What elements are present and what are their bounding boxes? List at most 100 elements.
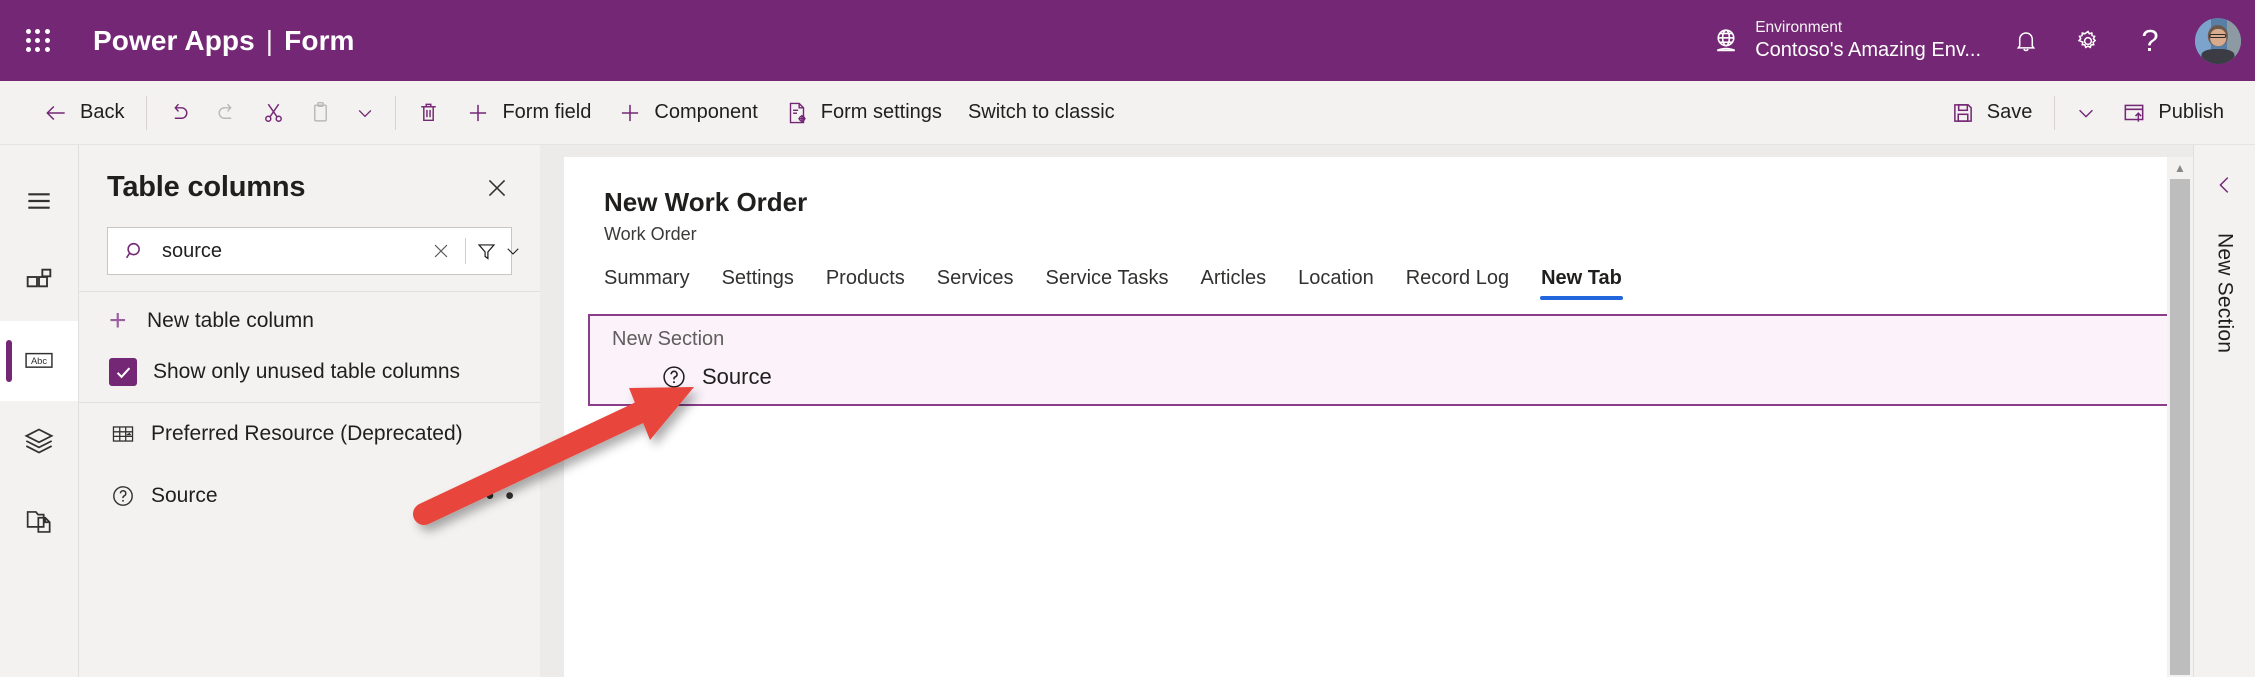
chevron-left-icon	[2218, 177, 2228, 193]
sidebar-item-tree-view[interactable]	[0, 401, 78, 481]
clear-x-icon	[434, 244, 448, 258]
panel-close-button[interactable]	[480, 171, 514, 205]
panel-title: Table columns	[107, 171, 306, 203]
tab-new-tab[interactable]: New Tab	[1525, 267, 1638, 300]
publish-button[interactable]: Publish	[2108, 90, 2237, 136]
search-clear-button[interactable]	[427, 237, 455, 265]
form-subtitle: Work Order	[604, 224, 697, 244]
search-input[interactable]	[162, 239, 427, 263]
list-item-label: Source	[151, 484, 218, 507]
save-button[interactable]: Save	[1937, 90, 2046, 136]
chevron-down-icon	[507, 248, 519, 255]
paste-clipboard-icon	[314, 101, 328, 122]
save-floppy-icon	[1953, 103, 1972, 122]
close-x-icon	[488, 179, 506, 197]
app-launcher-icon[interactable]	[21, 24, 55, 58]
tab-articles[interactable]: Articles	[1185, 267, 1283, 300]
switch-to-classic-button[interactable]: Switch to classic	[955, 90, 1128, 136]
tab-summary[interactable]: Summary	[604, 267, 706, 300]
form-settings-icon	[789, 102, 806, 123]
save-options-button[interactable]	[2064, 90, 2108, 136]
page-title: New Work Order	[604, 187, 808, 217]
section-label: New Section	[612, 328, 725, 350]
undo-button[interactable]	[156, 90, 203, 136]
settings-button[interactable]	[2057, 0, 2119, 81]
show-unused-columns-checkbox[interactable]: Show only unused table columns	[79, 346, 540, 402]
switch-to-classic-label: Switch to classic	[967, 101, 1115, 123]
choice-question-icon	[109, 482, 137, 510]
list-item[interactable]: Preferred Resource (Deprecated)	[79, 403, 540, 465]
sidebar-item-table-columns[interactable]: Abc	[0, 321, 78, 401]
form-settings-label: Form settings	[820, 101, 942, 123]
show-unused-columns-label: Show only unused table columns	[153, 360, 461, 383]
delete-button[interactable]	[405, 90, 452, 136]
form-section[interactable]: New Section Source	[588, 314, 2167, 406]
list-item-label: Preferred Resource (Deprecated)	[151, 422, 463, 445]
scroll-up-arrow-icon[interactable]: ▲	[2167, 157, 2193, 179]
avatar	[2195, 17, 2241, 64]
chevron-down-icon	[359, 109, 372, 117]
new-table-column-label: New table column	[147, 309, 314, 332]
tab-service-tasks[interactable]: Service Tasks	[1029, 267, 1184, 300]
gear-icon	[2077, 29, 2097, 49]
table-columns-panel: Table columns source + New table column …	[78, 145, 540, 677]
hamburger-menu-icon	[28, 193, 50, 209]
form-field-button[interactable]: Form field	[452, 90, 604, 136]
back-button[interactable]: Back	[30, 90, 137, 136]
notifications-button[interactable]	[1995, 0, 2057, 81]
cut-button[interactable]	[250, 90, 297, 136]
choice-question-icon	[660, 363, 688, 391]
form-canvas: New Work Order Work Order Summary Settin…	[564, 157, 2167, 677]
paste-options-button[interactable]	[344, 90, 386, 136]
new-table-column-button[interactable]: + New table column	[79, 292, 540, 346]
brand-title[interactable]: Power Apps | Form	[93, 25, 355, 57]
sidebar-item-components[interactable]	[0, 241, 78, 321]
scrollbar-thumb[interactable]	[2170, 179, 2190, 675]
filter-button[interactable]	[476, 241, 522, 262]
publish-label: Publish	[2158, 101, 2224, 123]
checkmark-icon	[116, 366, 130, 378]
canvas-scrollbar[interactable]: ▲	[2167, 157, 2193, 677]
search-bar	[107, 227, 519, 275]
component-button[interactable]: Component	[604, 90, 770, 136]
command-toolbar: Back Form field Component Form settings …	[0, 81, 2255, 145]
help-button[interactable]: ?	[2119, 0, 2181, 81]
user-avatar-button[interactable]	[2181, 0, 2255, 81]
trash-delete-icon	[421, 103, 437, 122]
header-right-cluster: Environment Contoso's Amazing Env... ?	[1697, 0, 2255, 81]
expand-panel-button[interactable]	[2203, 163, 2247, 207]
sidebar-item-menu[interactable]	[0, 161, 78, 241]
form-field-label: Form field	[502, 101, 592, 123]
form-settings-button[interactable]: Form settings	[771, 90, 955, 136]
form-field-source[interactable]: Source	[660, 363, 2167, 391]
list-item-more-button[interactable]: • • •	[466, 484, 516, 508]
back-label: Back	[80, 101, 125, 123]
cut-scissors-icon	[265, 103, 283, 122]
redo-button[interactable]	[203, 90, 250, 136]
list-item[interactable]: Source • • •	[79, 465, 540, 527]
environment-label: Environment	[1755, 19, 1843, 37]
components-grid-icon	[26, 268, 52, 288]
paste-button[interactable]	[297, 90, 344, 136]
abc-table-columns-icon: Abc	[25, 352, 53, 368]
tab-settings[interactable]: Settings	[706, 267, 810, 300]
filter-funnel-icon	[477, 243, 496, 260]
right-panel-title: New Section	[2213, 233, 2237, 354]
component-label: Component	[654, 101, 758, 123]
sidebar-item-related-forms[interactable]	[0, 481, 78, 561]
search-magnifier-icon	[125, 242, 140, 259]
tab-services[interactable]: Services	[921, 267, 1030, 300]
environment-name: Contoso's Amazing Env...	[1755, 38, 1981, 61]
tab-location[interactable]: Location	[1282, 267, 1390, 300]
environment-selector[interactable]: Environment Contoso's Amazing Env...	[1697, 0, 1995, 81]
body-row: Abc Table columns source + New table col…	[0, 145, 2255, 677]
tab-record-log[interactable]: Record Log	[1390, 267, 1525, 300]
chevron-down-icon	[2079, 109, 2094, 118]
environment-globe-icon	[1717, 28, 1736, 51]
tab-products[interactable]: Products	[810, 267, 921, 300]
bell-icon	[2016, 31, 2036, 51]
search-divider	[465, 238, 466, 264]
undo-icon	[174, 103, 188, 119]
checkbox-checked-box	[109, 358, 137, 386]
app-header: Power Apps | Form Environment Contoso's Am…	[0, 0, 2255, 81]
